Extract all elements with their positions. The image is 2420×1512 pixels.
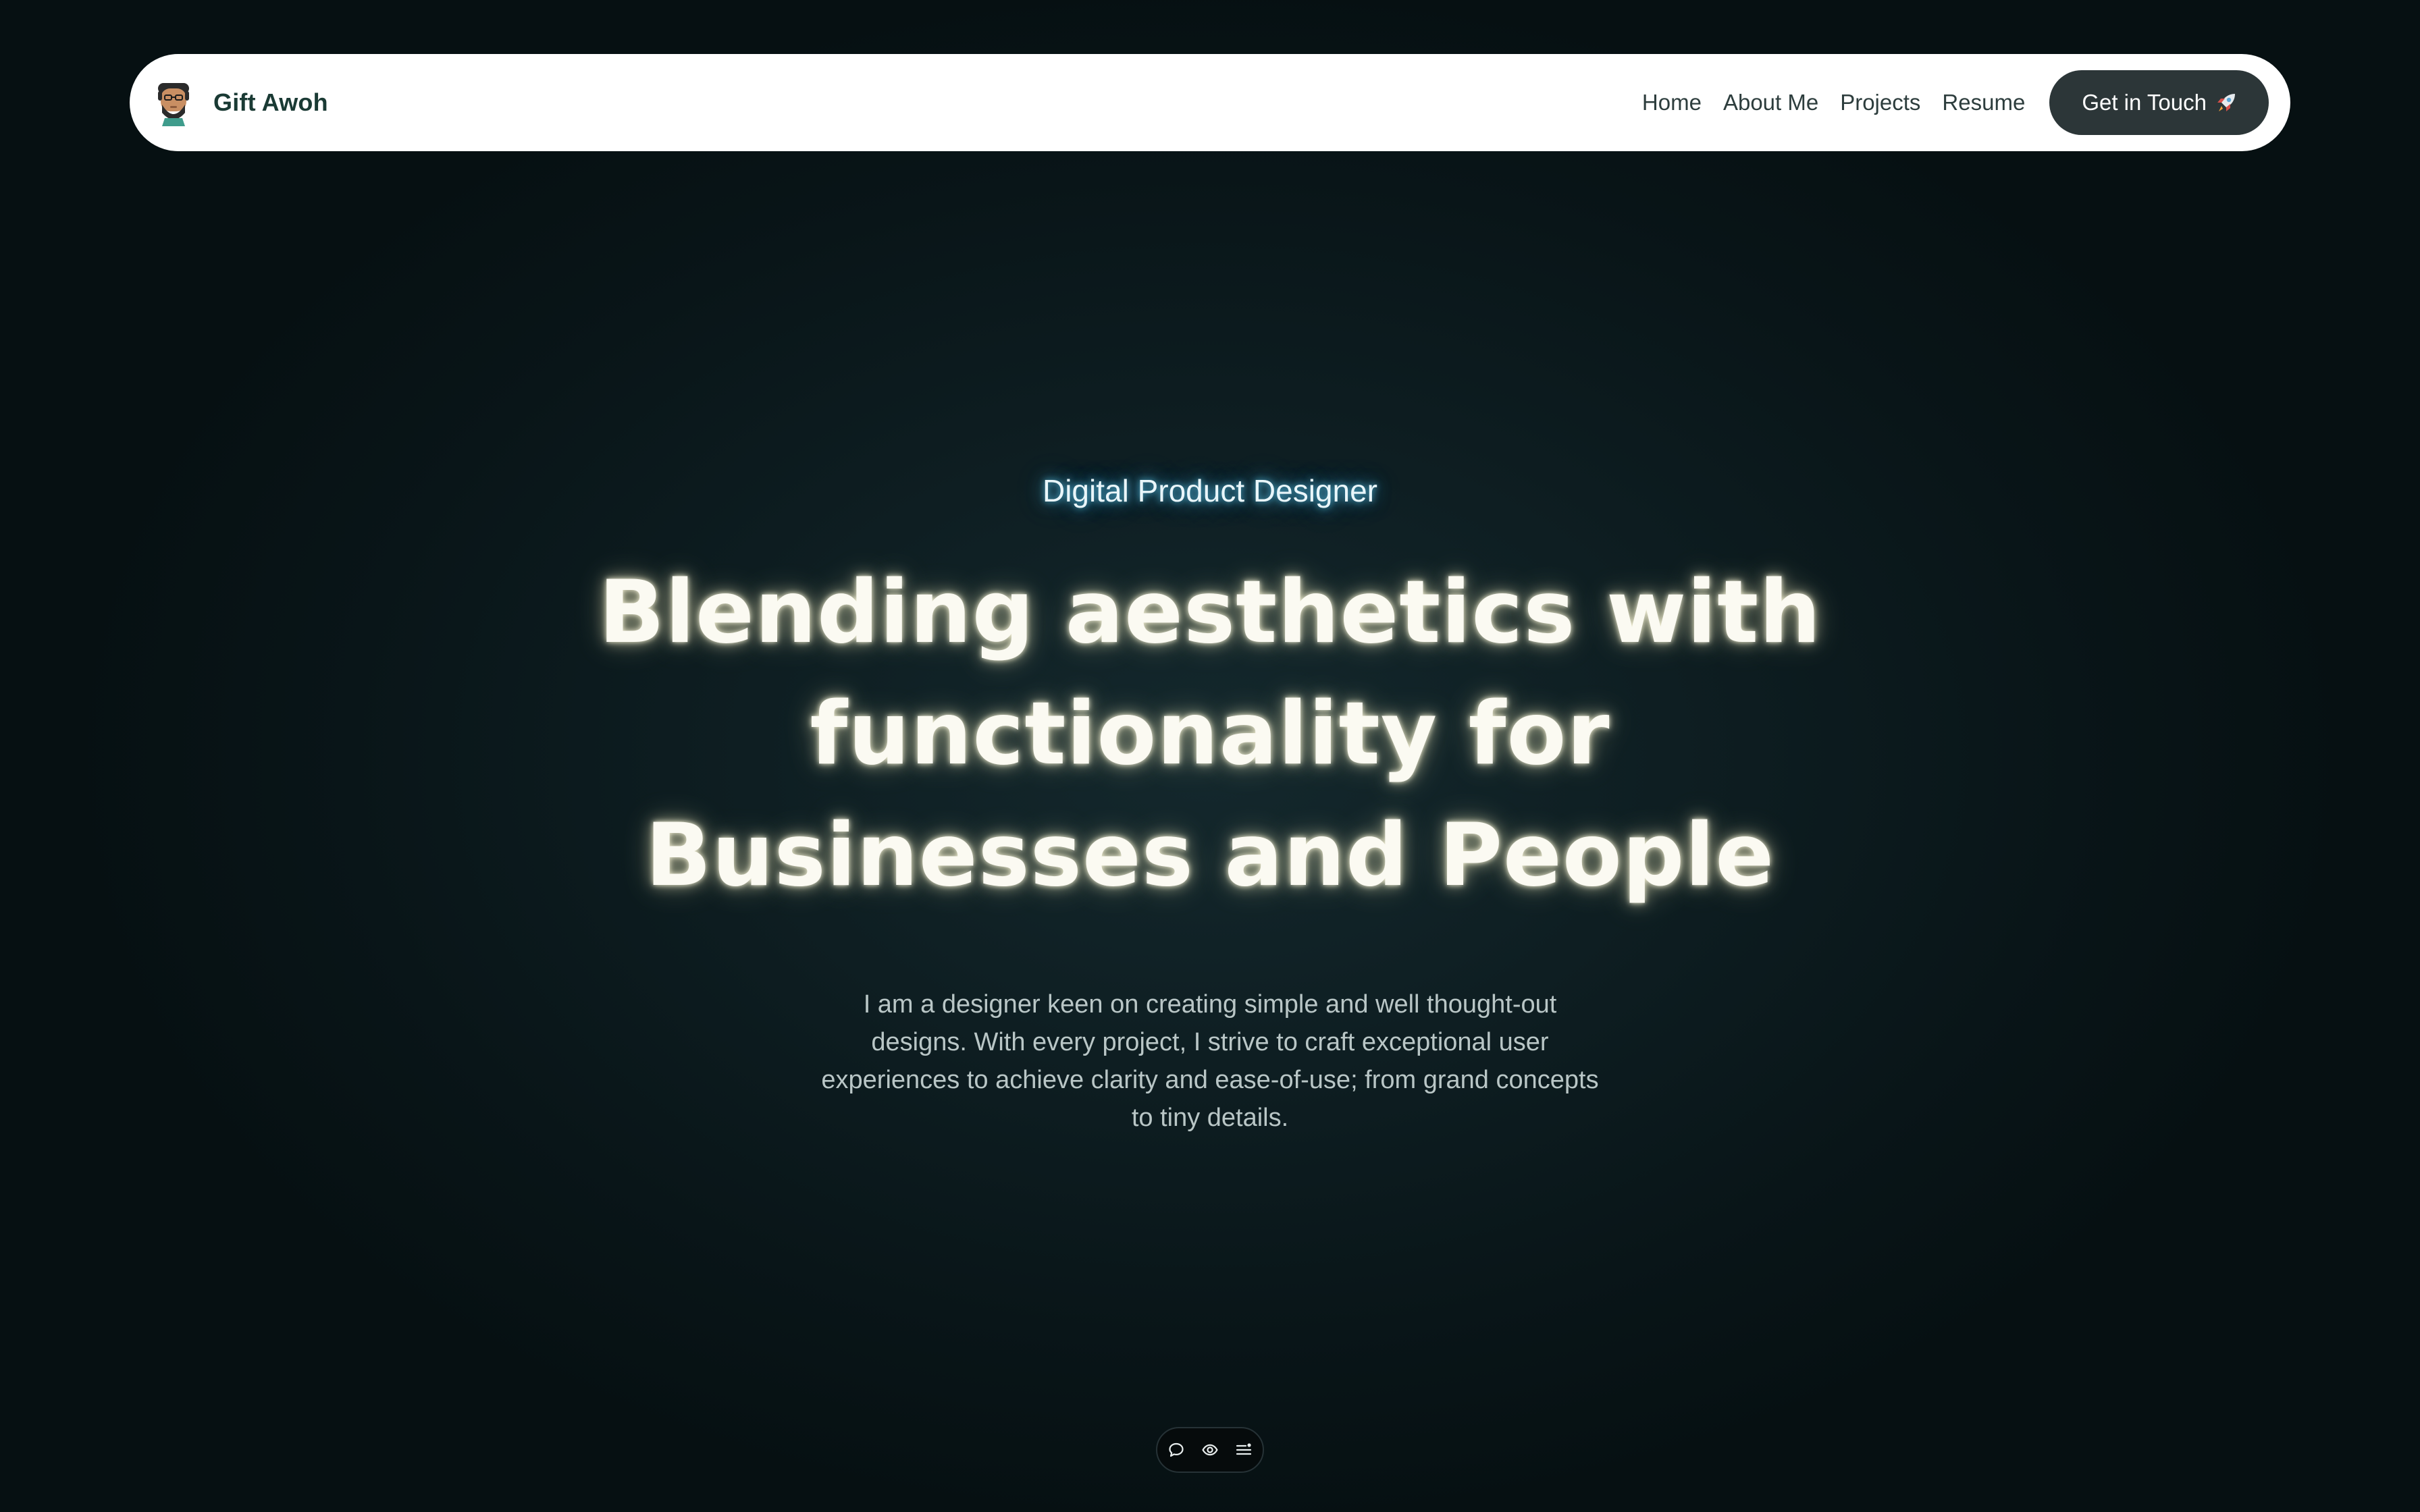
nav-link-resume[interactable]: Resume xyxy=(1942,90,2025,115)
get-in-touch-button[interactable]: Get in Touch xyxy=(2049,70,2269,135)
headline-line-3: Businesses and People xyxy=(645,805,1775,906)
hero-headline: Blending aesthetics with functionality f… xyxy=(0,552,2420,917)
nav-link-home[interactable]: Home xyxy=(1642,90,1702,115)
comment-button[interactable] xyxy=(1167,1440,1186,1459)
nav-link-about-me[interactable]: About Me xyxy=(1723,90,1818,115)
preview-button[interactable] xyxy=(1201,1440,1219,1459)
comment-icon xyxy=(1169,1442,1184,1457)
avatar-icon xyxy=(158,83,189,126)
headline-line-1: Blending aesthetics with xyxy=(598,562,1822,663)
floating-toolbar xyxy=(1156,1427,1264,1473)
brand-name: Gift Awoh xyxy=(213,88,328,116)
portfolio-page: Gift Awoh Home About Me Projects Resume … xyxy=(0,0,2420,1512)
headline-line-2: functionality for xyxy=(810,684,1610,784)
nav-links: Home About Me Projects Resume Get in Tou… xyxy=(1642,70,2269,135)
hero-intro: I am a designer keen on creating simple … xyxy=(821,990,1599,1132)
get-in-touch-label: Get in Touch xyxy=(2082,90,2207,115)
rocket-icon xyxy=(2217,94,2235,111)
menu-button[interactable] xyxy=(1234,1440,1253,1459)
eye-icon xyxy=(1202,1444,1218,1456)
menu-icon xyxy=(1236,1443,1252,1455)
top-navbar: Gift Awoh Home About Me Projects Resume … xyxy=(130,54,2290,151)
hero-eyebrow: Digital Product Designer xyxy=(1042,473,1377,508)
brand-home-link[interactable]: Gift Awoh xyxy=(154,79,328,126)
nav-link-projects[interactable]: Projects xyxy=(1840,90,1920,115)
